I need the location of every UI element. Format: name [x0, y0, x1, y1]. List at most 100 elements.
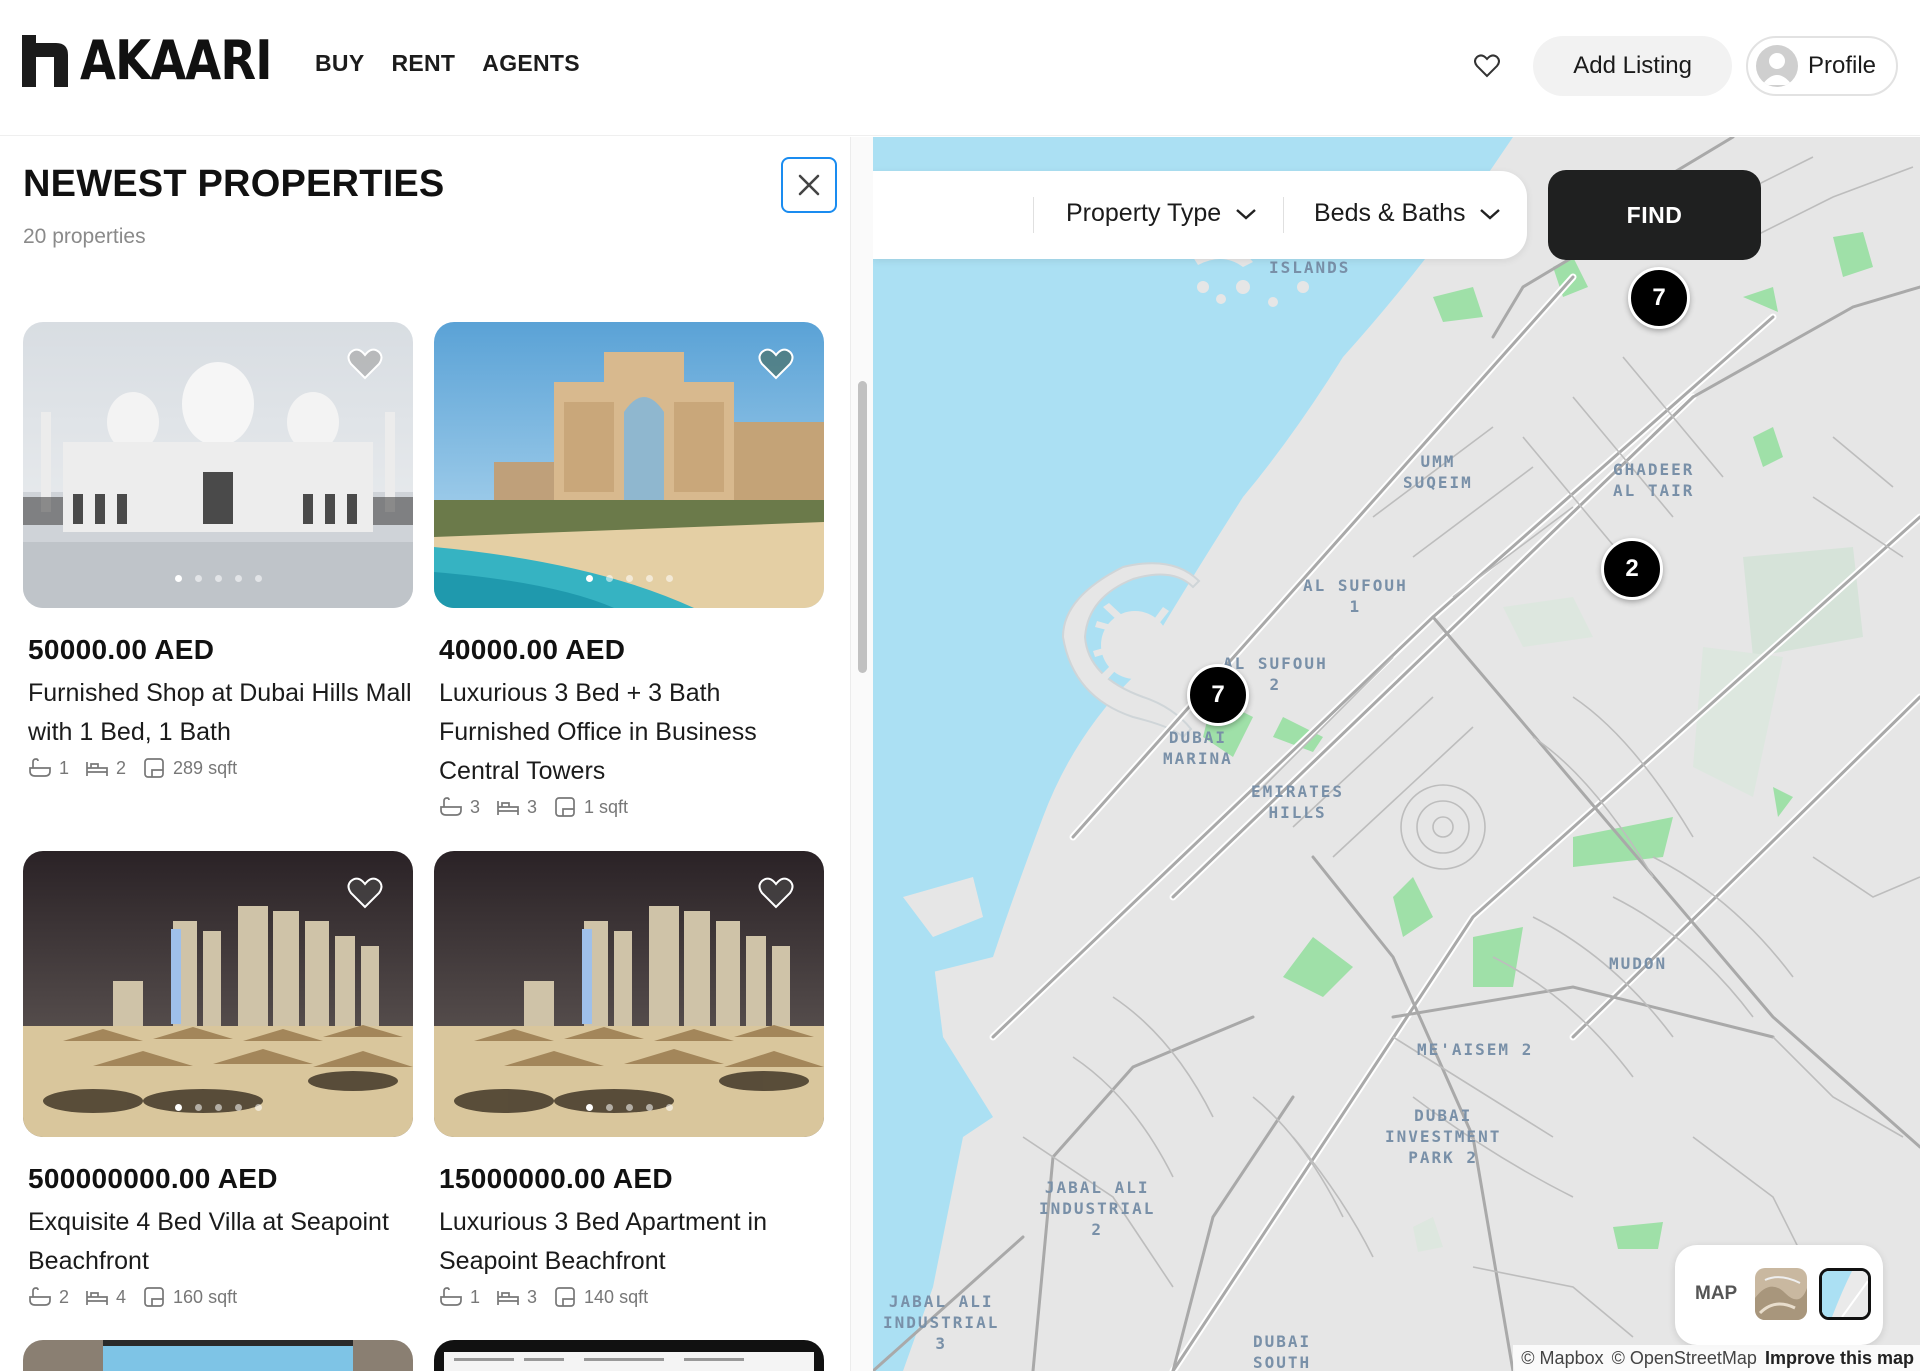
nav-agents[interactable]: AGENTS [482, 50, 580, 77]
pagination-dot[interactable] [234, 1104, 242, 1111]
bathtub-icon [29, 1287, 51, 1306]
search-filter-bar: Property Type Beds & Baths [873, 171, 1527, 259]
pagination-dot[interactable] [625, 575, 633, 582]
pagination-dot[interactable] [254, 575, 262, 582]
pagination-dot[interactable] [605, 575, 613, 582]
bathtub-icon [29, 758, 51, 777]
main-nav: BUY RENT AGENTS [315, 50, 580, 77]
map-attribution: © Mapbox © OpenStreetMap Improve this ma… [1513, 1345, 1920, 1371]
listing-image[interactable] [434, 322, 824, 608]
satellite-style-thumbnail[interactable] [1755, 1268, 1807, 1320]
map-label-ghadeer-al-tair: GHADEER AL TAIR [1613, 460, 1695, 500]
map-view[interactable]: ISLANDS UMM SUQEIM GHADEER AL TAIR AL SU… [873, 137, 1920, 1371]
listing-card[interactable] [434, 1340, 824, 1371]
bed-icon [86, 762, 108, 776]
chevron-down-icon [1236, 208, 1256, 220]
listing-title[interactable]: Exquisite 4 Bed Villa at Seapoint Beachf… [28, 1203, 413, 1281]
find-button[interactable]: FIND [1548, 170, 1761, 260]
nav-rent[interactable]: RENT [391, 50, 455, 77]
bed-count: 3 [527, 796, 538, 817]
panel-scrollbar[interactable] [850, 137, 873, 1371]
listing-card[interactable] [23, 1340, 413, 1371]
listing-title[interactable]: Luxurious 3 Bed + 3 Bath Furnished Offic… [439, 674, 824, 791]
pagination-dot[interactable] [214, 575, 222, 582]
logo-mark-icon [22, 35, 68, 87]
pagination-dot[interactable] [174, 575, 182, 582]
avatar [1755, 45, 1798, 87]
listings-panel: NEWEST PROPERTIES 20 properties 50000.00… [0, 137, 873, 1371]
pagination-dot[interactable] [645, 575, 653, 582]
map-label-al-sufouh-1: AL SUFOUH 1 [1303, 576, 1408, 616]
favorite-heart-icon[interactable] [758, 348, 794, 380]
osm-attribution-link[interactable]: © OpenStreetMap [1612, 1348, 1757, 1369]
map-cluster-marker[interactable]: 7 [1628, 267, 1690, 329]
pagination-dot[interactable] [645, 1104, 653, 1111]
bed-count: 4 [116, 1286, 127, 1307]
map-label-emirates-hills: EMIRATES HILLS [1251, 782, 1345, 822]
area-icon [144, 758, 164, 778]
listing-image[interactable] [434, 851, 824, 1137]
listing-image[interactable] [23, 851, 413, 1137]
pagination-dot[interactable] [214, 1104, 222, 1111]
pagination-dot[interactable] [665, 1104, 673, 1111]
beds-baths-dropdown[interactable]: Beds & Baths [1314, 199, 1501, 228]
map-canvas[interactable] [873, 137, 1920, 1371]
map-label-dubai-marina: DUBAI MARINA [1163, 728, 1233, 768]
pagination-dot[interactable] [605, 1104, 613, 1111]
header-actions: Add Listing Profile [1465, 36, 1898, 96]
listing-specs: 3 3 1 sqft [439, 795, 824, 819]
mapbox-attribution-link[interactable]: © Mapbox [1521, 1348, 1603, 1369]
pagination-dot[interactable] [194, 575, 202, 582]
improve-map-link[interactable]: Improve this map [1765, 1348, 1914, 1369]
property-type-dropdown[interactable]: Property Type [1066, 199, 1257, 228]
bed-icon [497, 801, 519, 815]
pagination-dot[interactable] [174, 1104, 182, 1111]
listing-card[interactable]: 40000.00 AED Luxurious 3 Bed + 3 Bath Fu… [434, 322, 824, 819]
listing-image[interactable] [23, 1340, 413, 1371]
heart-icon [1474, 54, 1501, 78]
map-icon [1822, 1271, 1868, 1317]
user-icon [1761, 53, 1792, 85]
image-pagination [434, 575, 824, 582]
pagination-dot[interactable] [234, 575, 242, 582]
favorite-heart-icon[interactable] [758, 877, 794, 909]
map-cluster-marker[interactable]: 7 [1187, 664, 1249, 726]
profile-button[interactable]: Profile [1745, 36, 1898, 96]
listing-title[interactable]: Furnished Shop at Dubai Hills Mall with … [28, 674, 413, 752]
listing-image[interactable] [434, 1340, 824, 1371]
listing-card[interactable]: 500000000.00 AED Exquisite 4 Bed Villa a… [23, 851, 413, 1309]
pagination-dot[interactable] [585, 1104, 593, 1111]
map-cluster-marker[interactable]: 2 [1601, 538, 1663, 600]
listing-price: 15000000.00 AED [439, 1163, 673, 1194]
area-value: 140 sqft [584, 1286, 649, 1307]
listing-card[interactable]: 15000000.00 AED Luxurious 3 Bed Apartmen… [434, 851, 824, 1309]
image-pagination [23, 1104, 413, 1111]
bath-count: 3 [470, 796, 481, 817]
area-icon [555, 797, 575, 817]
favorites-button[interactable] [1465, 44, 1509, 88]
listing-card[interactable]: 50000.00 AED Furnished Shop at Dubai Hil… [23, 322, 413, 780]
pagination-dot[interactable] [194, 1104, 202, 1111]
listing-image[interactable] [23, 322, 413, 608]
pagination-dot[interactable] [254, 1104, 262, 1111]
map-style-label: MAP [1695, 1283, 1738, 1304]
pagination-dot[interactable] [585, 575, 593, 582]
bed-count: 2 [116, 757, 127, 778]
favorite-heart-icon[interactable] [347, 877, 383, 909]
close-panel-button[interactable] [781, 157, 837, 213]
map-style-switcher: MAP [1675, 1245, 1883, 1345]
nav-buy[interactable]: BUY [315, 50, 364, 77]
listing-price: 40000.00 AED [439, 634, 626, 665]
logo[interactable]: AKAARI [22, 34, 303, 88]
map-label-umm-suqeim: UMM SUQEIM [1403, 452, 1473, 492]
add-listing-button[interactable]: Add Listing [1533, 36, 1732, 96]
pagination-dot[interactable] [625, 1104, 633, 1111]
map-style-thumbnail[interactable] [1819, 1268, 1871, 1320]
area-icon [555, 1287, 575, 1307]
favorite-heart-icon[interactable] [347, 348, 383, 380]
area-value: 289 sqft [173, 757, 238, 778]
scrollbar-thumb[interactable] [858, 381, 867, 673]
listing-title[interactable]: Luxurious 3 Bed Apartment in Seapoint Be… [439, 1203, 824, 1281]
pagination-dot[interactable] [665, 575, 673, 582]
map-label-jabal-ali-industrial-2: JABAL ALI INDUSTRIAL 2 [1039, 1178, 1156, 1239]
